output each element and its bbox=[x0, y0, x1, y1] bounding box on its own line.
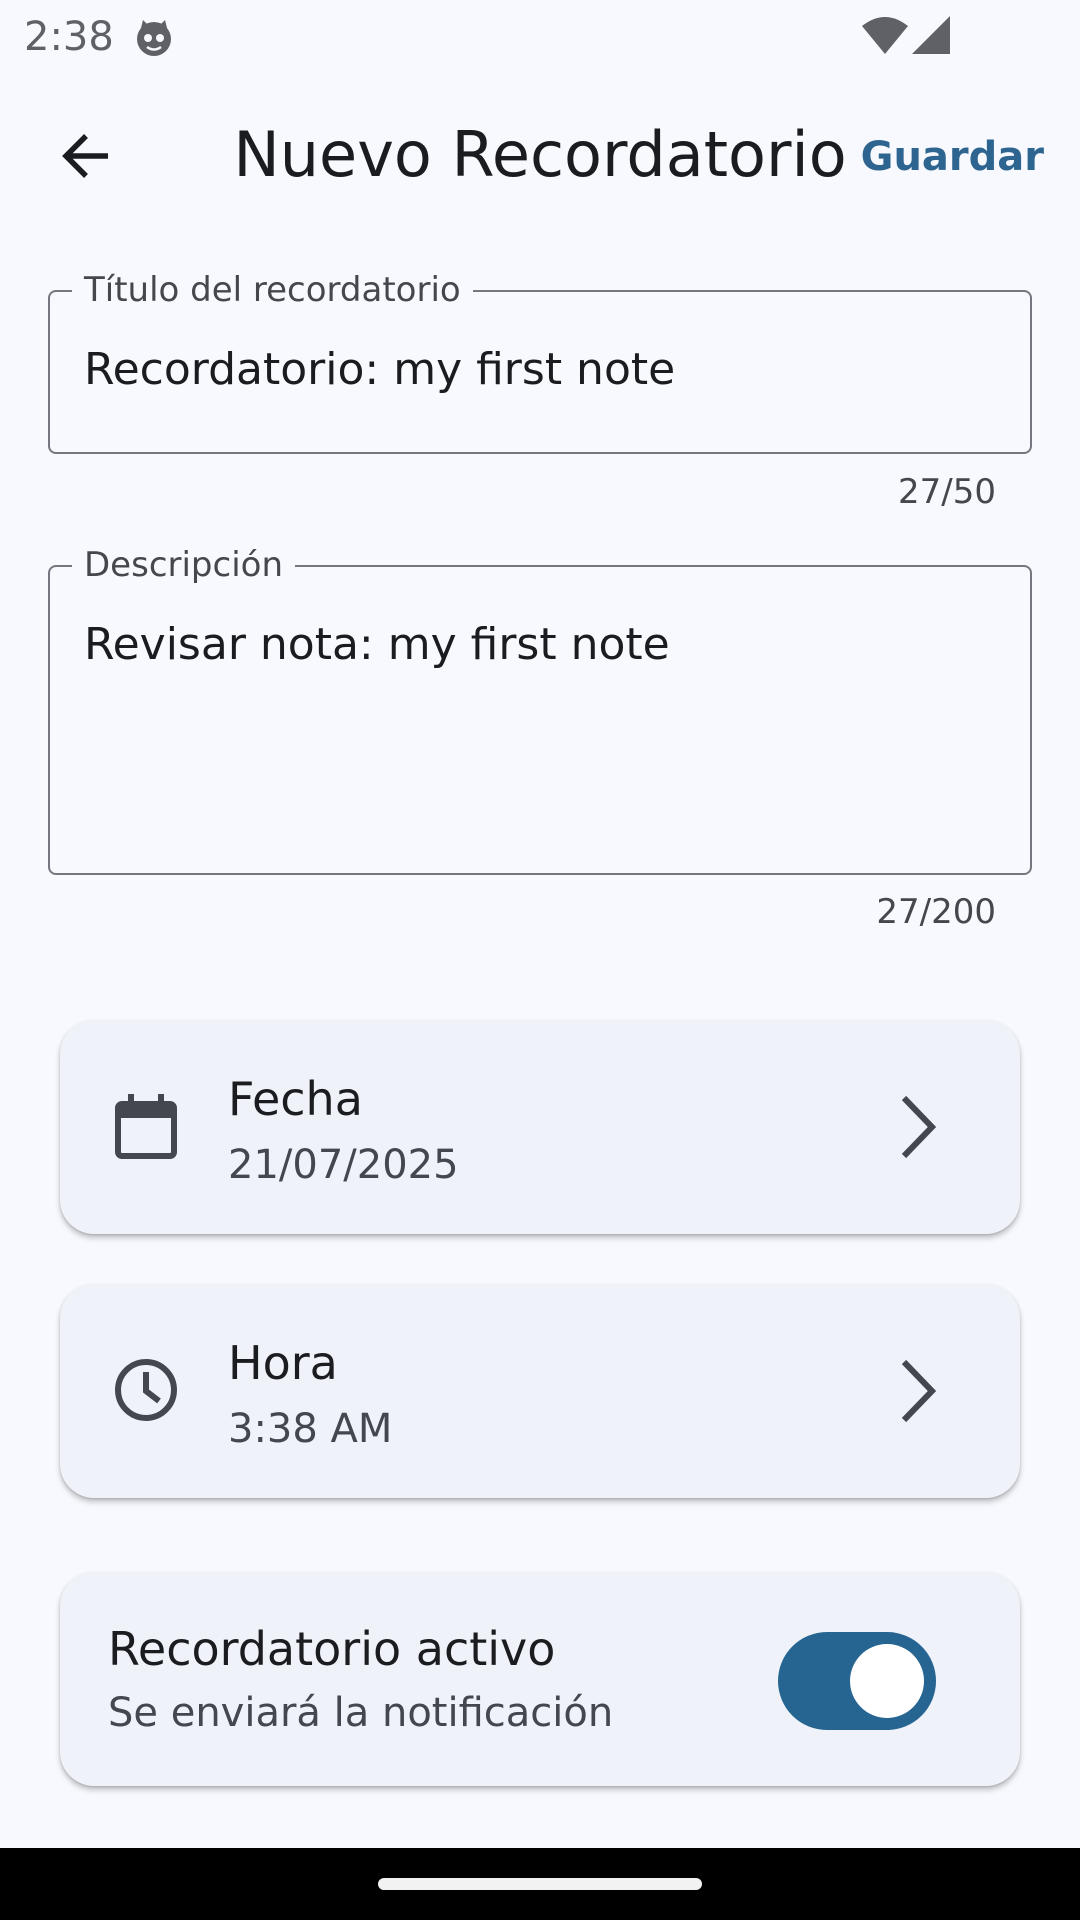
active-reminder-title: Recordatorio activo bbox=[108, 1622, 556, 1676]
navigation-bar bbox=[0, 1848, 1080, 1920]
switch-thumb bbox=[850, 1644, 924, 1718]
active-reminder-subtitle: Se enviará la notificación bbox=[108, 1690, 614, 1736]
title-field-value: Recordatorio: my first note bbox=[84, 344, 676, 395]
title-field-label: Título del recordatorio bbox=[72, 270, 473, 310]
time-card[interactable]: Hora 3:38 AM bbox=[60, 1284, 1020, 1498]
chevron-right-icon bbox=[901, 1359, 937, 1423]
title-field[interactable]: Título del recordatorio Recordatorio: my… bbox=[48, 270, 1032, 454]
chevron-right-icon bbox=[901, 1095, 937, 1159]
active-reminder-card: Recordatorio activo Se enviará la notifi… bbox=[60, 1572, 1020, 1786]
status-time: 2:38 bbox=[24, 14, 114, 60]
date-card[interactable]: Fecha 21/07/2025 bbox=[60, 1020, 1020, 1234]
time-card-title: Hora bbox=[228, 1336, 338, 1390]
home-gesture-handle[interactable] bbox=[378, 1878, 702, 1890]
description-character-counter: 27/200 bbox=[876, 892, 996, 932]
calendar-icon bbox=[115, 1094, 177, 1159]
status-bar: 2:38 bbox=[0, 0, 1080, 74]
time-card-value: 3:38 AM bbox=[228, 1406, 393, 1452]
screen: 2:38 Nuevo Recordatorio Guardar Título d… bbox=[0, 0, 1080, 1920]
signal-icon bbox=[912, 16, 950, 54]
app-bar: Nuevo Recordatorio Guardar bbox=[0, 100, 1080, 212]
description-field-label: Descripción bbox=[72, 545, 296, 585]
clock-icon bbox=[115, 1359, 177, 1421]
active-reminder-switch[interactable] bbox=[778, 1632, 936, 1730]
wifi-icon bbox=[862, 17, 908, 54]
app-notification-icon bbox=[137, 20, 171, 56]
title-character-counter: 27/50 bbox=[898, 472, 996, 512]
save-button[interactable]: Guardar bbox=[861, 134, 1044, 180]
date-card-title: Fecha bbox=[228, 1072, 363, 1126]
date-card-value: 21/07/2025 bbox=[228, 1142, 459, 1188]
description-field[interactable]: Descripción Revisar nota: my first note bbox=[48, 545, 1032, 875]
description-field-value: Revisar nota: my first note bbox=[84, 619, 670, 670]
